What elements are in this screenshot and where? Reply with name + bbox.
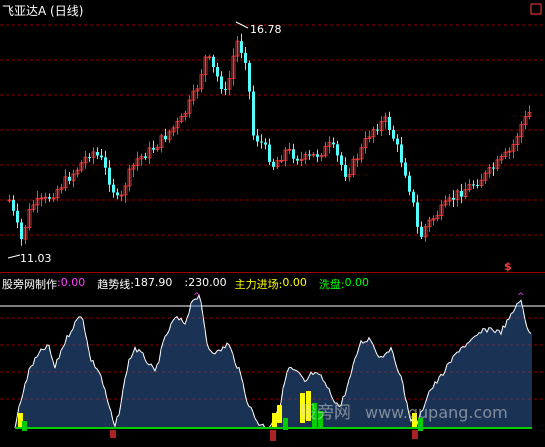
watermark: 股旁网 www.gupang.com <box>300 398 508 423</box>
chart-title: 飞亚达A (日线) <box>2 2 83 19</box>
dip-mark <box>110 430 116 438</box>
candle-body <box>272 161 275 167</box>
candle-body <box>332 142 335 145</box>
candle-body <box>408 175 411 192</box>
trend-label: 趋势线: <box>97 278 134 291</box>
high-price-label: 16.78 <box>250 23 282 36</box>
candle-body <box>296 158 299 161</box>
wash-value: 0.00 <box>344 276 370 289</box>
candle-body <box>472 184 475 186</box>
candle-body <box>412 191 415 203</box>
indicator-name-value: :0.00 <box>57 276 86 289</box>
candle-body <box>96 151 99 156</box>
candle-body <box>292 149 295 159</box>
main-force-bar <box>277 405 282 423</box>
candle-body <box>216 67 219 77</box>
candle-body <box>248 62 251 92</box>
candle-body <box>308 154 311 156</box>
candle-body <box>388 116 391 130</box>
low-marker-line <box>7 254 21 259</box>
stock-title: 飞亚达A (日线) <box>2 4 84 18</box>
candle-body <box>68 176 71 181</box>
watermark-cn: 股旁网 <box>300 403 351 423</box>
candle-body <box>244 52 247 63</box>
candle-body <box>392 129 395 139</box>
level-value: :230.00 <box>184 276 227 289</box>
candle-body <box>100 155 103 158</box>
candle-body <box>104 157 107 168</box>
wash-label: 洗盘: <box>318 278 345 291</box>
dip-mark <box>270 430 276 441</box>
main-force-bar <box>272 413 277 428</box>
top-signal-icon: ^ <box>517 292 525 302</box>
main-force-label: 主力进场: <box>234 278 283 291</box>
candle-body <box>400 144 403 163</box>
dip-mark <box>412 430 418 439</box>
trend-value: 187.90 <box>133 276 173 289</box>
candle-body <box>12 199 15 211</box>
candle-body <box>376 129 379 131</box>
candle-body <box>476 184 479 186</box>
indicator-name: 股旁网制作 <box>2 278 57 291</box>
candle-body <box>264 142 267 145</box>
indicator-legend: 股旁网制作 :0.00 趋势线: 187.90 :230.00 主力进场: 0.… <box>2 276 370 291</box>
candle-body <box>212 56 215 68</box>
candle-body <box>48 197 51 199</box>
candle-body <box>256 135 259 142</box>
candle-body <box>220 76 223 90</box>
candle-body <box>144 156 147 158</box>
candle-body <box>116 192 119 196</box>
candle-body <box>112 184 115 193</box>
candle-body <box>260 141 263 143</box>
candle-body <box>108 167 111 185</box>
watermark-url: www.gupang.com <box>365 403 508 422</box>
candle-body <box>20 222 23 240</box>
candle-body <box>396 138 399 145</box>
candle-body <box>404 162 407 176</box>
candle-body <box>268 144 271 162</box>
candle-body <box>164 135 167 140</box>
low-price-label: 11.03 <box>20 252 52 265</box>
corner-box-icon <box>530 3 542 15</box>
candle-body <box>152 147 155 150</box>
candle-body <box>316 154 319 157</box>
wash-bar <box>22 421 27 431</box>
candle-body <box>344 164 347 177</box>
candle-body <box>420 226 423 237</box>
candle-body <box>452 197 455 200</box>
candle-body <box>336 144 339 156</box>
candle-body <box>416 202 419 227</box>
main-force-value: 0.00 <box>282 276 307 289</box>
candle-body <box>240 41 243 53</box>
candle-body <box>16 210 19 223</box>
price-chart: 16.7811.03$ <box>0 3 545 273</box>
candle-body <box>252 91 255 136</box>
candle-body <box>88 157 91 159</box>
top-signal-icon: ^ <box>193 292 201 302</box>
candle-body <box>492 167 495 169</box>
candle-body <box>224 89 227 91</box>
price-chart-panel[interactable]: 16.78 11.03 $ <box>0 0 545 273</box>
candle-body <box>340 155 343 165</box>
candle-body <box>460 191 463 197</box>
